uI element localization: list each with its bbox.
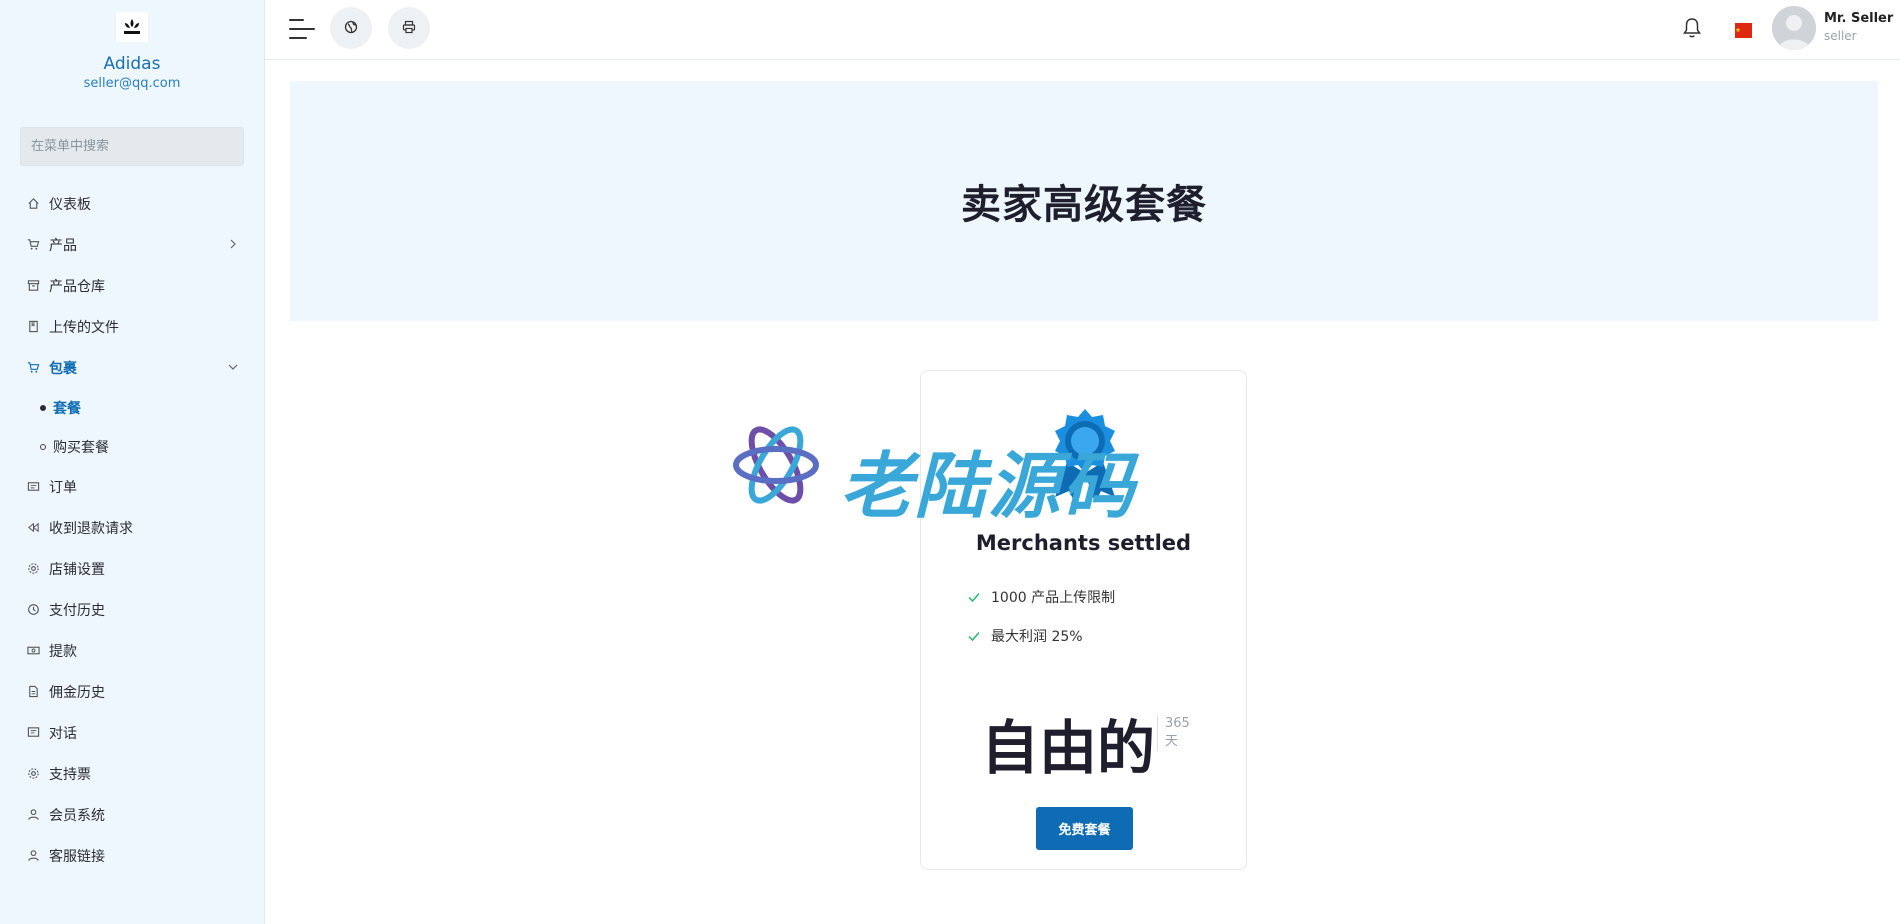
cart-icon [26,361,40,375]
sidebar: Adidas seller@qq.com 在菜单中搜索 仪表板 产品 产品仓库 … [0,0,265,924]
user-icon [26,808,40,822]
avatar[interactable] [1772,6,1816,50]
sidebar-item-label: 客服链接 [49,848,105,865]
sidebar-item-label: 包裹 [49,360,77,377]
sidebar-subitem-buy-package[interactable]: 购买套餐 [0,427,265,466]
sidebar-subitem-label: 购买套餐 [53,439,109,456]
china-flag-icon[interactable] [1735,23,1752,38]
brand-name: Adidas [103,54,161,74]
sidebar-item-label: 佣金历史 [49,684,105,701]
menu-search-input[interactable]: 在菜单中搜索 [20,127,244,166]
sidebar-item-customer-service[interactable]: 客服链接 [0,835,265,876]
user-role: seller [1824,29,1857,43]
backward-icon [26,521,40,535]
package-card: Merchants settled 1000 产品上传限制 最大利润 25% 自… [920,370,1247,870]
sidebar-item-dashboard[interactable]: 仪表板 [0,183,265,224]
sidebar-item-product-warehouse[interactable]: 产品仓库 [0,265,265,306]
gear-icon [26,562,40,576]
sidebar-menu: 仪表板 产品 产品仓库 上传的文件 包裹 套餐 购买套餐 订单 收到退款请求 店… [0,183,265,876]
bullet-filled-icon [40,404,46,411]
sidebar-item-label: 对话 [49,725,77,742]
feature-label: 最大利润 25% [991,629,1083,645]
award-badge-icon [1047,407,1123,505]
menu-toggle-icon[interactable] [289,18,315,40]
cart-icon [26,238,40,252]
sidebar-item-packages[interactable]: 包裹 [0,347,265,388]
archive-icon [26,279,40,293]
sidebar-item-label: 收到退款请求 [49,520,133,537]
sidebar-item-label: 支持票 [49,766,91,783]
sidebar-item-label: 仪表板 [49,196,91,213]
sidebar-item-orders[interactable]: 订单 [0,466,265,507]
notification-bell-icon[interactable] [1682,17,1702,39]
feature-item: 1000 产品上传限制 [967,587,1115,607]
file-icon [26,685,40,699]
package-name: Merchants settled [975,531,1192,555]
user-icon [26,849,40,863]
print-button[interactable] [388,7,430,49]
sidebar-item-label: 提款 [49,643,77,660]
check-icon [967,629,981,643]
sidebar-item-products[interactable]: 产品 [0,224,265,265]
top-bar: Mr. Seller seller [265,0,1900,60]
sidebar-subitem-label: 套餐 [53,400,81,417]
sidebar-item-shop-settings[interactable]: 店铺设置 [0,548,265,589]
history-icon [26,603,40,617]
free-package-button[interactable]: 免费套餐 [1036,807,1133,850]
page-hero: 卖家高级套餐 [290,81,1878,321]
sidebar-subitem-packages[interactable]: 套餐 [0,388,265,427]
sidebar-item-uploaded-files[interactable]: 上传的文件 [0,306,265,347]
feature-item: 最大利润 25% [967,626,1083,646]
sidebar-item-label: 产品 [49,237,77,254]
sidebar-item-label: 店铺设置 [49,561,105,578]
sidebar-item-refund-requests[interactable]: 收到退款请求 [0,507,265,548]
chevron-right-icon [227,238,239,250]
globe-icon [344,19,358,38]
sidebar-item-membership[interactable]: 会员系统 [0,794,265,835]
sidebar-item-label: 会员系统 [49,807,105,824]
check-icon [967,590,981,604]
adidas-logo[interactable] [116,12,148,42]
sidebar-item-payment-history[interactable]: 支付历史 [0,589,265,630]
sidebar-item-withdraw[interactable]: 提款 [0,630,265,671]
user-name[interactable]: Mr. Seller [1824,11,1893,26]
sidebar-item-label: 支付历史 [49,602,105,619]
atom-logo-icon [733,426,819,504]
brand-email: seller@qq.com [83,76,181,91]
chevron-down-icon [227,361,239,373]
duration-value: 365 [1165,716,1190,731]
sidebar-item-label: 产品仓库 [49,278,105,295]
duration-unit: 天 [1165,734,1179,749]
brand: Adidas seller@qq.com [0,0,264,91]
sidebar-item-label: 上传的文件 [49,319,119,336]
globe-button[interactable] [330,7,372,49]
home-icon [26,197,40,211]
bullet-outline-icon [40,443,46,450]
package-price: 自由的 [981,714,1156,782]
printer-icon [402,19,416,38]
page-title: 卖家高级套餐 [961,182,1207,228]
feature-label: 1000 产品上传限制 [991,590,1116,606]
money-icon [26,644,40,658]
folder-icon [26,320,40,334]
package-duration: 365 天 [1157,715,1190,751]
sidebar-item-label: 订单 [49,479,77,496]
sidebar-item-support-tickets[interactable]: 支持票 [0,753,265,794]
chat-icon [26,726,40,740]
receipt-icon [26,480,40,494]
sidebar-item-commission-history[interactable]: 佣金历史 [0,671,265,712]
support-icon [26,767,40,781]
sidebar-item-conversations[interactable]: 对话 [0,712,265,753]
